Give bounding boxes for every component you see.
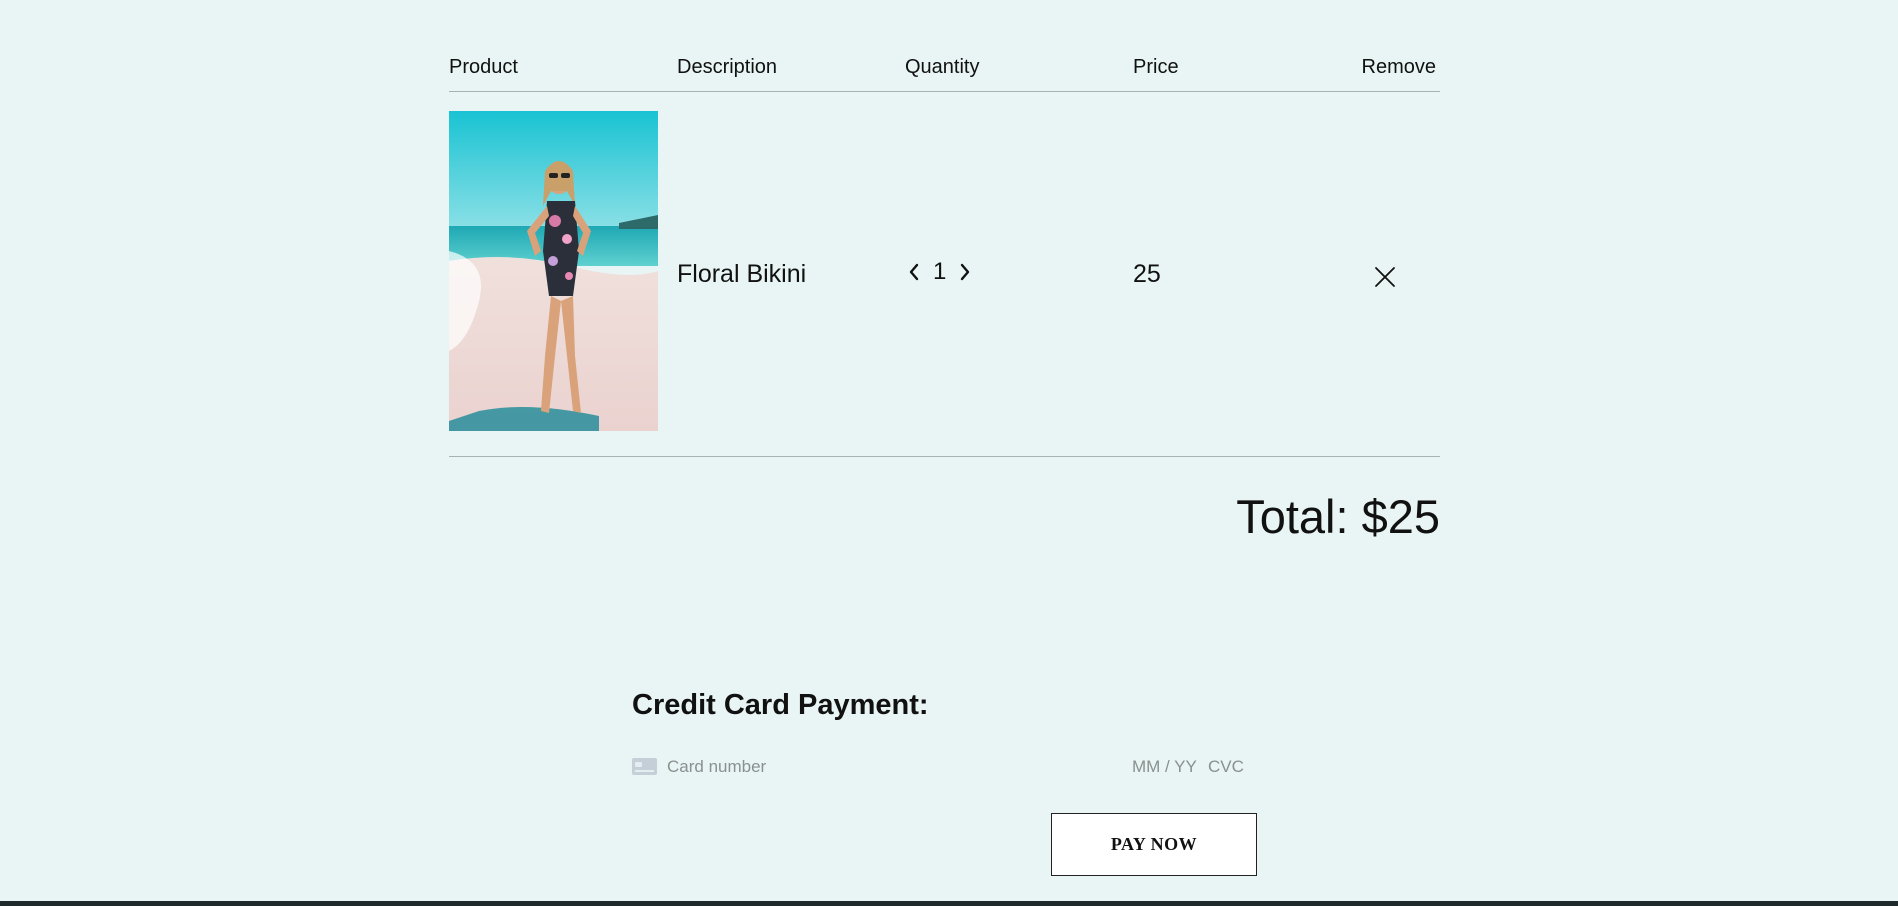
cart-item-row: Floral Bikini 1 25: [449, 92, 1440, 457]
credit-card-payment-section: Credit Card Payment:: [632, 689, 1252, 779]
product-image: [449, 111, 658, 431]
cart-header: Product Description Quantity Price Remov…: [449, 0, 1440, 92]
close-icon: [1375, 267, 1395, 287]
chevron-right-icon[interactable]: [956, 258, 974, 286]
cart-table: Product Description Quantity Price Remov…: [449, 0, 1440, 540]
quantity-value: 1: [933, 258, 947, 285]
cvc-input[interactable]: [1208, 755, 1252, 779]
header-description: Description: [677, 56, 778, 78]
swimsuit-photo-icon: [449, 111, 658, 431]
quantity-stepper: 1: [905, 258, 974, 286]
credit-card-icon: [632, 758, 657, 775]
header-product: Product: [449, 56, 518, 78]
header-price: Price: [1133, 56, 1179, 78]
footer-bar: [0, 901, 1898, 906]
cart-total: Total: $25: [1236, 490, 1440, 543]
pay-now-button[interactable]: PAY NOW: [1051, 813, 1257, 876]
product-price: 25: [1133, 260, 1161, 288]
product-description: Floral Bikini: [677, 260, 807, 288]
remove-item-button[interactable]: [1373, 265, 1397, 289]
header-quantity: Quantity: [905, 56, 980, 78]
chevron-left-icon[interactable]: [905, 258, 923, 286]
expiry-input[interactable]: [1132, 755, 1202, 779]
header-remove: Remove: [1361, 56, 1436, 78]
card-element: [632, 755, 1252, 779]
payment-title: Credit Card Payment:: [632, 689, 929, 721]
card-number-input[interactable]: [667, 755, 1057, 779]
